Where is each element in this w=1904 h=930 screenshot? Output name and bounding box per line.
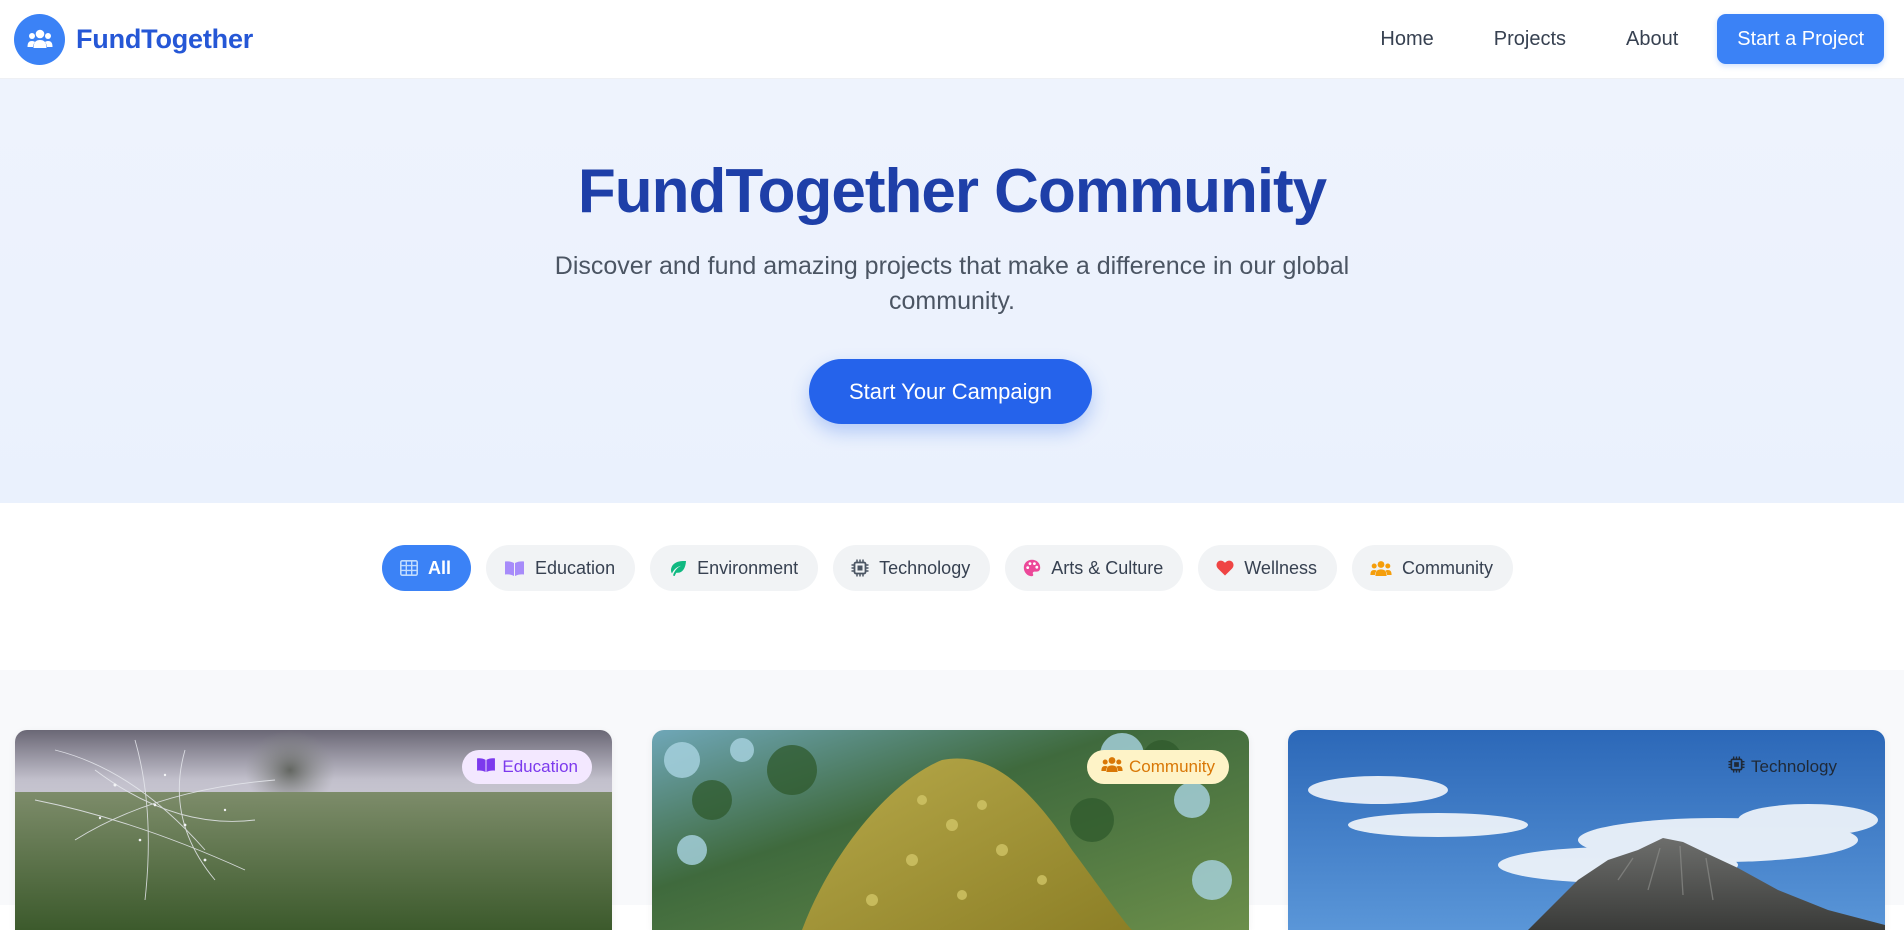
filter-chip-label: Community xyxy=(1401,557,1493,578)
filter-chip-label: Arts & Culture xyxy=(1051,557,1164,578)
category-badge: Education xyxy=(462,750,592,784)
filter-chip-arts-culture[interactable]: Arts & Culture xyxy=(1005,545,1184,591)
nav-about-link[interactable]: About xyxy=(1626,28,1678,51)
filter-chip-row: All Education Environment Technology Art… xyxy=(382,545,1513,591)
start-project-button[interactable]: Start a Project xyxy=(1717,14,1884,64)
filter-chip-label: All xyxy=(428,557,452,578)
heart-icon xyxy=(1216,560,1234,576)
category-badge: Community xyxy=(1087,750,1229,784)
filter-chip-wellness[interactable]: Wellness xyxy=(1198,545,1337,591)
category-badge: Technology xyxy=(1714,750,1851,784)
book-icon xyxy=(476,757,496,778)
filter-chip-label: Technology xyxy=(879,557,971,578)
badge-label: Education xyxy=(502,757,578,776)
filter-chip-environment[interactable]: Environment xyxy=(650,545,819,591)
hero-title: FundTogether Community xyxy=(577,157,1327,226)
grid-icon xyxy=(400,560,418,576)
users-icon xyxy=(14,13,65,65)
project-cards: Education Community Technology xyxy=(0,670,1904,930)
filter-chip-education[interactable]: Education xyxy=(486,545,636,591)
filter-chip-technology[interactable]: Technology xyxy=(833,545,991,591)
hero-section: FundTogether Community Discover and fund… xyxy=(0,79,1904,503)
filter-chip-community[interactable]: Community xyxy=(1351,545,1513,591)
navbar: FundTogether Home Projects About Start a… xyxy=(0,0,1904,79)
users-icon xyxy=(1370,560,1392,577)
nav-home-link[interactable]: Home xyxy=(1380,28,1433,51)
main-nav: Home Projects About Start a Project xyxy=(1380,14,1884,64)
badge-label: Technology xyxy=(1750,757,1837,776)
brand-name: FundTogether xyxy=(76,23,254,54)
filter-chip-all[interactable]: All xyxy=(382,545,472,591)
leaf-icon xyxy=(668,560,687,577)
project-card[interactable]: Technology xyxy=(1288,730,1885,930)
book-icon xyxy=(504,560,525,577)
palette-icon xyxy=(1023,559,1041,577)
users-icon xyxy=(1101,756,1123,778)
project-card[interactable]: Community xyxy=(652,730,1249,930)
brand[interactable]: FundTogether xyxy=(14,13,254,65)
badge-label: Community xyxy=(1129,757,1215,776)
hero-subtitle: Discover and fund amazing projects that … xyxy=(554,252,1350,315)
filter-chip-label: Environment xyxy=(697,557,799,578)
filter-chip-label: Education xyxy=(535,557,616,578)
start-campaign-button[interactable]: Start Your Campaign xyxy=(809,359,1092,424)
category-filters: All Education Environment Technology Art… xyxy=(0,503,1904,670)
chip-icon xyxy=(851,559,869,577)
chip-icon xyxy=(1728,756,1745,778)
nav-projects-link[interactable]: Projects xyxy=(1494,28,1566,51)
filter-chip-label: Wellness xyxy=(1244,557,1317,578)
project-card[interactable]: Education xyxy=(15,730,612,930)
